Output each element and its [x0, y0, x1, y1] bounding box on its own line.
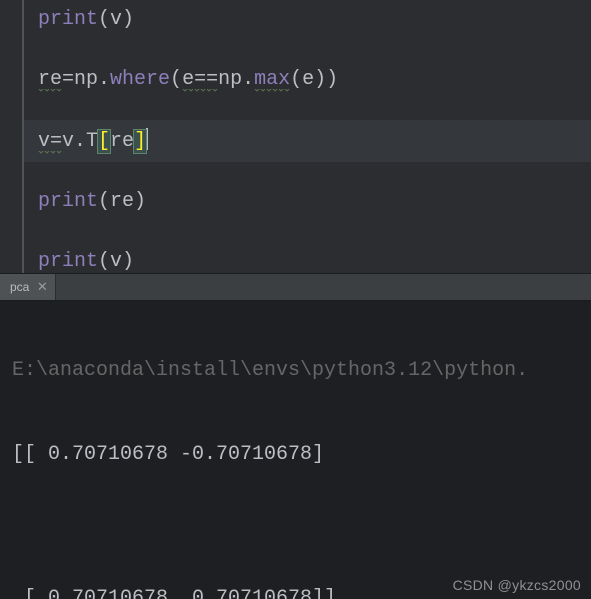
bracket-highlight-open: [ — [98, 130, 110, 153]
code-line[interactable]: print(re) — [24, 182, 591, 222]
terminal-pane: pca ✕ E:\anaconda\install\envs\python3.1… — [0, 273, 591, 599]
code-line[interactable]: print(v) — [24, 0, 591, 40]
blank-line — [24, 40, 591, 60]
code-area[interactable]: print(v) re=np.where(e==np.max(e)) v=v.T… — [24, 0, 591, 273]
terminal-tab-bar: pca ✕ — [0, 273, 591, 301]
output-line: [[ 0.70710678 -0.70710678] — [12, 437, 579, 473]
code-line-current[interactable]: v=v.T[re] — [24, 120, 591, 162]
fn-call: print — [38, 8, 98, 31]
output-line — [12, 521, 579, 533]
watermark: CSDN @ykzcs2000 — [453, 577, 581, 593]
blank-line — [24, 222, 591, 242]
code-editor-pane: print(v) re=np.where(e==np.max(e)) v=v.T… — [0, 0, 591, 273]
bracket-highlight-close: ] — [134, 130, 146, 153]
text-caret — [146, 128, 148, 150]
terminal-path-line: E:\anaconda\install\envs\python3.12\pyth… — [12, 353, 579, 389]
blank-line — [24, 162, 591, 182]
code-line[interactable]: re=np.where(e==np.max(e)) — [24, 60, 591, 100]
blank-line — [24, 100, 591, 120]
editor-gutter — [0, 0, 24, 273]
terminal-tab-pca[interactable]: pca ✕ — [0, 274, 56, 300]
close-icon[interactable]: ✕ — [35, 280, 49, 294]
terminal-output[interactable]: E:\anaconda\install\envs\python3.12\pyth… — [0, 301, 591, 599]
tab-label: pca — [10, 280, 29, 294]
